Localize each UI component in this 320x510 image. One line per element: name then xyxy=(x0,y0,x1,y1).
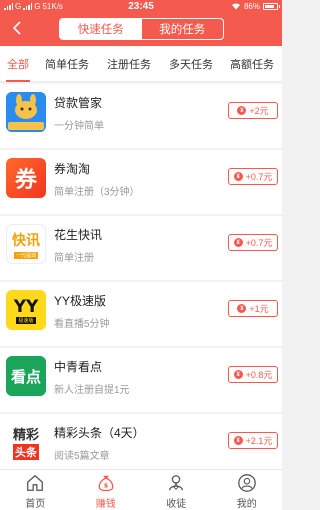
task-name: 贷款管家 xyxy=(54,96,103,110)
reward-amount: +0.7元 xyxy=(245,172,273,182)
status-left: G G 51K/s xyxy=(4,2,114,11)
app-logo-jingcai: 精彩 头条 xyxy=(6,422,46,462)
reward-badge: ¥ +0.7元 xyxy=(228,168,278,185)
task-desc: 一分钟简单 xyxy=(54,121,104,132)
reward-amount: +1元 xyxy=(249,304,269,314)
tab-my-tasks[interactable]: 我的任务 xyxy=(142,19,224,39)
user-icon xyxy=(237,474,256,492)
app-logo-daikuan xyxy=(6,92,46,132)
status-bar: G G 51K/s 23:45 86% xyxy=(0,0,282,12)
money-bag-icon: $ xyxy=(98,475,114,492)
logo-subtext: 极速版 xyxy=(16,316,36,324)
signal-icon-2 xyxy=(23,2,33,10)
logo-text: YY xyxy=(13,296,39,317)
reward-badge: ¥ +0.7元 xyxy=(228,234,278,251)
task-item[interactable]: 看点 中青看点 新人注册自提1元 ¥ +0.8元 xyxy=(0,348,282,412)
signal-icon xyxy=(4,2,13,10)
tab-apprentice[interactable]: 收徒 xyxy=(141,470,212,510)
task-name: 中青看点 xyxy=(54,360,103,374)
task-desc: 看直播5分钟 xyxy=(54,319,110,330)
reward-amount: +2.1元 xyxy=(245,436,273,446)
category-high-reward[interactable]: 高额任务 xyxy=(222,46,282,82)
category-multiday[interactable]: 多天任务 xyxy=(160,46,222,82)
app-logo-zhongqing: 看点 xyxy=(6,356,46,396)
task-name: 花生快讯 xyxy=(54,228,103,242)
task-item[interactable]: 快讯 一元提现 花生快讯 简单注册 ¥ +0.7元 xyxy=(0,216,282,280)
yen-icon: ¥ xyxy=(233,436,243,445)
task-desc: 阅读5篇文章 xyxy=(54,451,110,462)
task-name: 券淘淘 xyxy=(54,162,91,176)
app-logo-quantaotao: 券 xyxy=(6,158,46,198)
wifi-icon xyxy=(231,3,240,10)
reward-badge: ¥ +0.8元 xyxy=(228,366,278,383)
task-item[interactable]: 贷款管家 一分钟简单 ¥ +2元 xyxy=(0,84,282,148)
yen-icon: ¥ xyxy=(237,304,247,313)
app-logo-yy: YY 极速版 xyxy=(6,290,46,330)
tab-home[interactable]: 首页 xyxy=(0,470,71,510)
yen-icon: ¥ xyxy=(233,238,243,247)
status-right: 86% xyxy=(231,1,280,11)
yen-icon: ¥ xyxy=(237,106,247,115)
reward-amount: +0.8元 xyxy=(245,370,273,380)
svg-text:$: $ xyxy=(104,483,108,490)
task-name: YY极速版 xyxy=(54,294,107,308)
back-button[interactable] xyxy=(6,17,28,39)
task-desc: 新人注册自提1元 xyxy=(54,385,130,396)
logo-text: 快讯 xyxy=(12,232,40,249)
carrier-label-2: G xyxy=(34,1,41,11)
tab-label: 收徒 xyxy=(166,499,187,510)
tab-label: 我的 xyxy=(236,499,257,510)
tab-mine[interactable]: 我的 xyxy=(212,470,283,510)
battery-percent: 86% xyxy=(243,1,260,11)
logo-text: 精彩 xyxy=(12,428,39,443)
task-item[interactable]: 券 券淘淘 简单注册（3分钟） ¥ +0.7元 xyxy=(0,150,282,214)
task-desc: 简单注册（3分钟） xyxy=(54,187,140,198)
yen-icon: ¥ xyxy=(233,172,243,181)
category-simple[interactable]: 简单任务 xyxy=(36,46,98,82)
home-icon xyxy=(27,474,44,491)
logo-subtext: 头条 xyxy=(13,444,39,460)
logo-text: 券 xyxy=(14,168,37,193)
carrier-label-1: G xyxy=(15,1,22,11)
bottom-tab-bar: 首页 $ 赚钱 收徒 我的 xyxy=(0,469,282,510)
tab-quick-tasks[interactable]: 快速任务 xyxy=(60,19,142,39)
network-speed: 51K/s xyxy=(42,1,63,11)
category-register[interactable]: 注册任务 xyxy=(98,46,160,82)
reward-badge: ¥ +2元 xyxy=(228,102,278,119)
tab-label: 赚钱 xyxy=(95,499,116,510)
users-icon xyxy=(169,475,184,491)
task-name: 精彩头条（4天） xyxy=(54,426,145,440)
battery-icon xyxy=(263,2,280,10)
reward-badge: ¥ +2.1元 xyxy=(228,432,278,449)
chevron-left-icon xyxy=(12,21,21,35)
task-item[interactable]: YY 极速版 YY极速版 看直播5分钟 ¥ +1元 xyxy=(0,282,282,346)
task-segmented-control: 快速任务 我的任务 xyxy=(59,18,224,40)
yen-icon: ¥ xyxy=(233,370,243,379)
tab-label: 首页 xyxy=(25,499,46,510)
category-tabs: 全部 简单任务 注册任务 多天任务 高额任务 xyxy=(0,46,282,82)
task-list: 贷款管家 一分钟简单 ¥ +2元 券 券淘淘 简单注册（3分钟） ¥ +0.7元 快… xyxy=(0,84,282,480)
reward-amount: +0.7元 xyxy=(245,238,273,248)
logo-subtext: 一元提现 xyxy=(13,251,38,259)
reward-badge: ¥ +1元 xyxy=(228,300,278,317)
app-logo-huasheng: 快讯 一元提现 xyxy=(6,224,46,264)
logo-text: 看点 xyxy=(10,367,41,386)
tab-earn[interactable]: $ 赚钱 xyxy=(71,470,142,510)
reward-amount: +2元 xyxy=(249,106,269,116)
task-desc: 简单注册 xyxy=(54,253,94,264)
rabbit-icon xyxy=(6,92,46,132)
category-all[interactable]: 全部 xyxy=(0,46,36,82)
header: 快速任务 我的任务 xyxy=(0,12,282,46)
